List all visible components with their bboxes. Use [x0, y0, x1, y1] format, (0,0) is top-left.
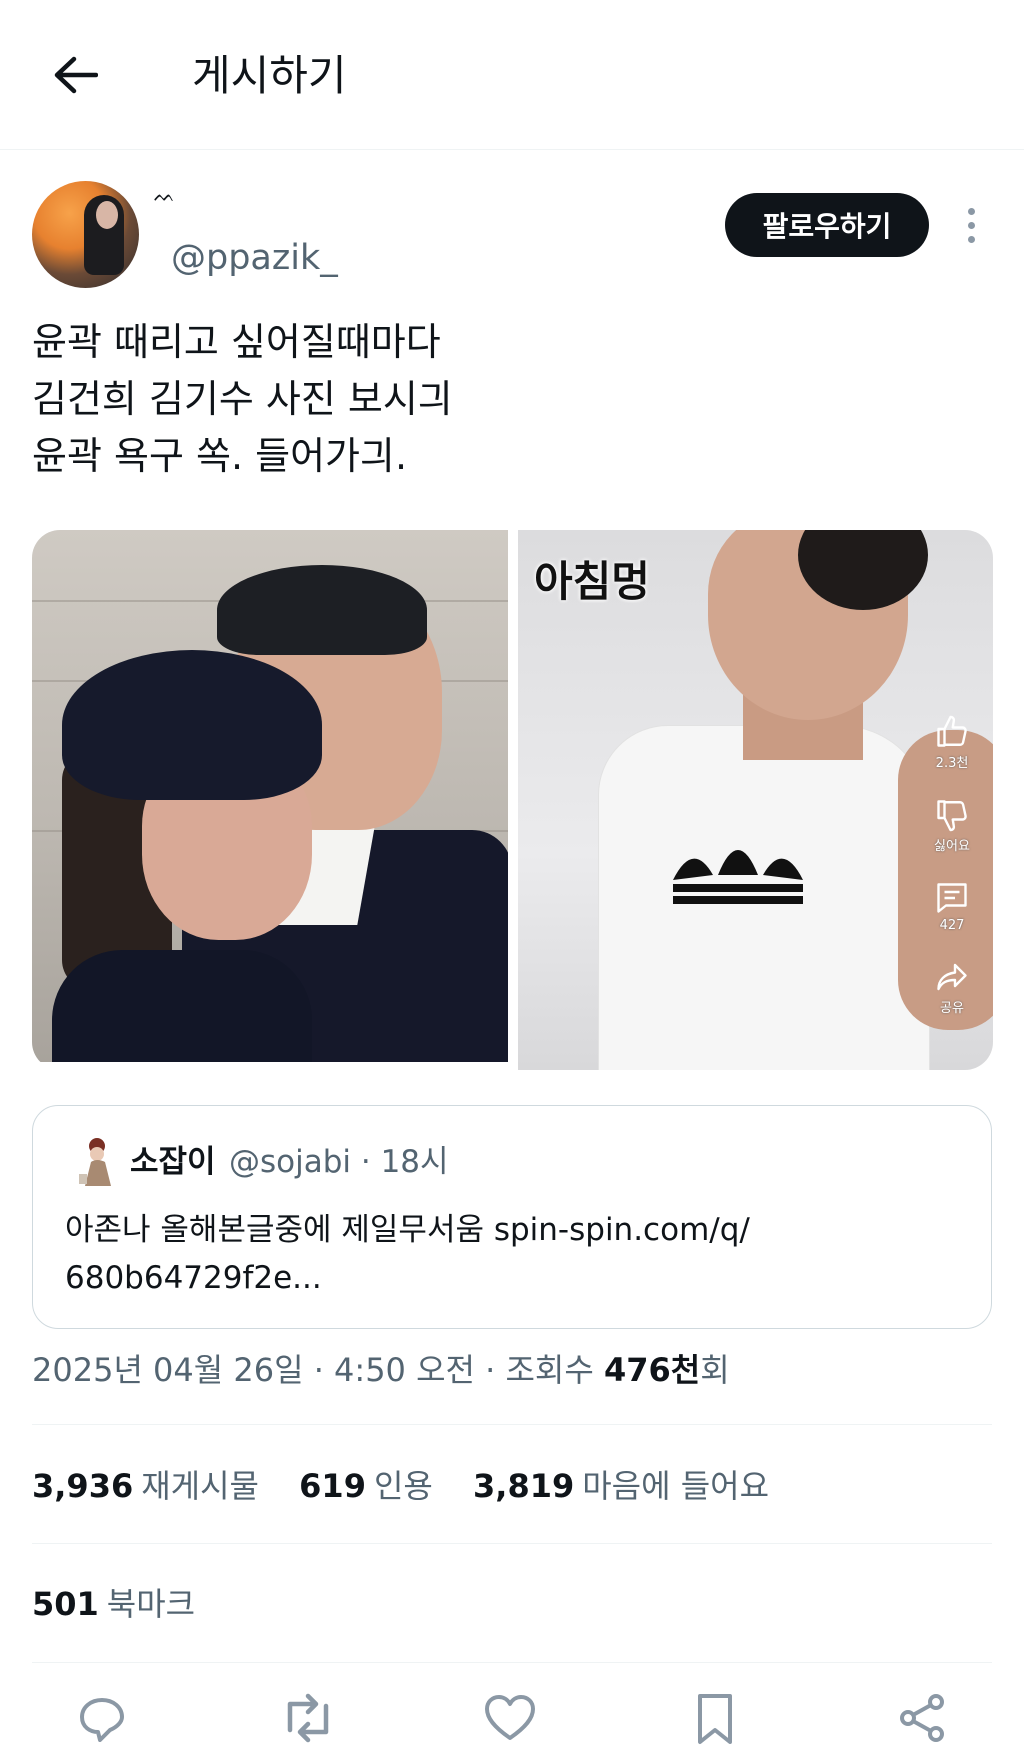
media-photo-left[interactable]: [32, 530, 508, 1062]
video-share: 공유: [927, 959, 977, 1016]
view-suffix: 회: [700, 1351, 730, 1389]
reposts-label: 재게시물: [141, 1467, 259, 1505]
quote-author-meta: @sojabi · 18시: [229, 1144, 449, 1180]
bookmarks-count: 501: [32, 1585, 99, 1623]
divider: [32, 1662, 992, 1663]
reposts-count: 3,936: [32, 1467, 134, 1505]
video-like-count: 2.3천: [935, 756, 969, 771]
like-icon: [485, 1695, 535, 1740]
reply-icon: [80, 1698, 124, 1742]
more-vertical-icon: [967, 207, 975, 215]
quote-text-line: 아존나 올해본글중에 제일무서움 spin-spin.com/q/: [65, 1212, 750, 1248]
share-icon: [900, 1694, 944, 1742]
quoted-post[interactable]: 소잡이 @sojabi · 18시 아존나 올해본글중에 제일무서움 spin-…: [32, 1105, 992, 1329]
likes-stat[interactable]: 3,819 마음에 들어요: [473, 1467, 769, 1505]
view-count: 476천: [603, 1351, 701, 1389]
post-timestamp: 2025년 04월 26일 · 4:50 오전 · 조회수 476천회: [32, 1349, 730, 1391]
reply-button[interactable]: [74, 1690, 134, 1746]
quote-avatar: [79, 1138, 111, 1186]
video-dislike-label: 싫어요: [934, 839, 970, 854]
quotes-count: 619: [299, 1467, 366, 1505]
divider: [32, 1543, 992, 1544]
page-title: 게시하기: [192, 51, 347, 100]
photo-shape: [62, 650, 322, 800]
video-dislike: 싫어요: [927, 797, 977, 854]
photo-caption: 아침멍: [534, 557, 650, 606]
arrow-left-icon: [54, 56, 98, 94]
more-options-button[interactable]: [954, 200, 988, 250]
like-button[interactable]: [482, 1690, 542, 1746]
repost-icon: [287, 1693, 329, 1743]
bookmark-button[interactable]: [690, 1690, 750, 1746]
post-line: 김건희 김기수 사진 보시긔: [32, 377, 453, 421]
share-button[interactable]: [894, 1690, 954, 1746]
post-line: 윤곽 욕구 쏙. 들어가긔.: [32, 434, 408, 478]
photo-shape: [52, 950, 312, 1062]
video-comment-count: 427: [939, 918, 965, 933]
photo-shape: [217, 565, 427, 655]
video-like: 2.3천: [927, 714, 977, 771]
author-handle[interactable]: @ppazik_: [171, 236, 338, 280]
share-arrow-icon: [937, 963, 967, 991]
follow-button[interactable]: 팔로우하기: [725, 193, 929, 257]
divider: [32, 1424, 992, 1425]
top-bar: 게시하기: [0, 0, 1024, 150]
media-photo-right[interactable]: 아침멍 2.3천 싫어요 427 공유: [518, 530, 993, 1070]
video-side-actions: 2.3천 싫어요 427 공유: [927, 714, 977, 1042]
trefoil-logo: [673, 850, 803, 904]
more-dot: [967, 235, 975, 243]
video-comments: 427: [927, 880, 977, 933]
post-line: 윤곽 때리고 싶어질때마다: [32, 320, 441, 364]
thumbs-up-icon: [937, 715, 967, 747]
author-avatar[interactable]: [32, 181, 139, 288]
more-dot: [967, 221, 975, 229]
thumbs-down-icon: [937, 800, 967, 832]
reposts-stat[interactable]: 3,936 재게시물: [32, 1467, 259, 1505]
author-display-name[interactable]: ᨓ: [154, 185, 175, 206]
bookmark-icon: [698, 1694, 732, 1744]
timestamp-text: 2025년 04월 26일 · 4:50 오전 · 조회수: [32, 1351, 604, 1389]
likes-count: 3,819: [473, 1467, 575, 1505]
media-grid: 아침멍 2.3천 싫어요 427 공유: [32, 530, 993, 1070]
back-button[interactable]: [44, 44, 106, 106]
quotes-label: 인용: [373, 1467, 433, 1505]
quotes-stat[interactable]: 619 인용: [299, 1467, 433, 1505]
quote-author-name: 소잡이: [130, 1144, 216, 1180]
engagement-stats: 3,936 재게시물 619 인용 3,819 마음에 들어요: [32, 1465, 799, 1507]
repost-button[interactable]: [278, 1690, 338, 1746]
likes-label: 마음에 들어요: [582, 1467, 770, 1505]
bookmarks-label: 북마크: [106, 1585, 196, 1623]
video-share-label: 공유: [940, 1001, 964, 1016]
quote-text-line: 680b64729f2e...: [65, 1260, 322, 1296]
bookmarks-stat[interactable]: 501 북마크: [32, 1583, 195, 1625]
quote-text: 아존나 올해본글중에 제일무서움 spin-spin.com/q/ 680b64…: [65, 1206, 945, 1302]
avatar-face: [96, 201, 118, 229]
action-bar: [0, 1690, 1024, 1746]
comment-icon: [937, 883, 967, 913]
post-text: 윤곽 때리고 싶어질때마다 김건희 김기수 사진 보시긔 윤곽 욕구 쏙. 들어…: [32, 314, 453, 485]
